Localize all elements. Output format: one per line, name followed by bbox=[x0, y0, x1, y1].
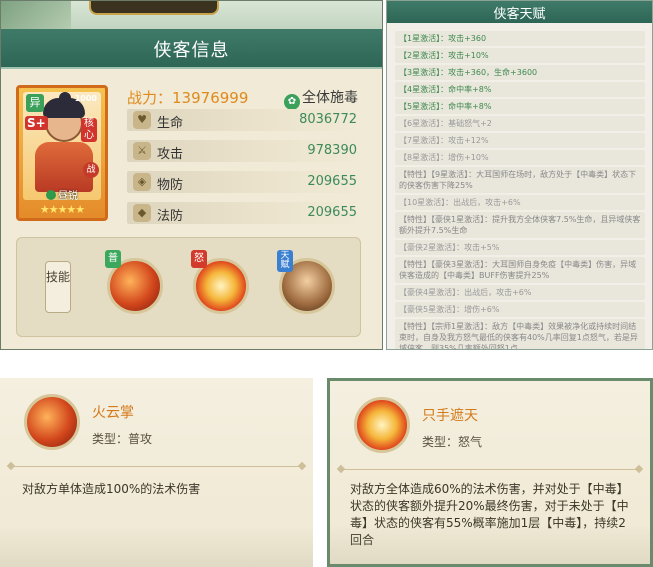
magic-shield-icon: ◆ bbox=[133, 204, 151, 222]
talent-item: 【4星激活】：命中率+8% bbox=[395, 82, 645, 97]
stat-row-attack: ⚔ 攻击 978390 bbox=[127, 140, 361, 162]
talent-item: 【豪侠5星激活】：增伤+6% bbox=[395, 302, 645, 317]
poison-tag-label: 全体施毒 bbox=[302, 90, 358, 106]
talent-item: 【特性】【9星激活】：大耳国师在场时，敌方处于【中毒类】状态下的侠客伤害下降25… bbox=[395, 167, 645, 193]
poison-tag: ✿ 全体施毒 bbox=[284, 87, 358, 110]
skill-type: 类型：怒气 bbox=[422, 435, 483, 449]
talent-item: 【豪侠4星激活】：出战后，攻击+6% bbox=[395, 285, 645, 300]
normal-attack-tag: 普 bbox=[105, 250, 121, 268]
stat-value: 978390 bbox=[307, 143, 357, 158]
talent-item: 【2星激活】：攻击+10% bbox=[395, 48, 645, 63]
skills-button[interactable]: 技能 bbox=[45, 261, 71, 313]
top-tab-button[interactable] bbox=[89, 1, 219, 15]
star-rating: ★★★★★ bbox=[39, 203, 85, 216]
fist-skill-icon bbox=[24, 394, 80, 450]
talent-item: 【特性】【宗师1星激活】：敌方【中毒类】效果被净化或持续时间结束时，自身及我方怒… bbox=[395, 319, 645, 349]
hero-hair-bun bbox=[59, 92, 71, 104]
stat-label: 生命 bbox=[157, 116, 184, 131]
hero-level: 1000 bbox=[74, 94, 97, 103]
talent-item: 【豪侠2星激活】：攻击+5% bbox=[395, 240, 645, 255]
leaf-icon bbox=[46, 190, 56, 200]
skill-name: 只手遮天 bbox=[422, 408, 478, 424]
stat-label: 攻击 bbox=[157, 147, 184, 162]
faction-badge: 异 bbox=[26, 94, 44, 112]
mountain-background bbox=[330, 524, 650, 564]
talent-item: 【5星激活】：命中率+8% bbox=[395, 99, 645, 114]
stat-row-magic-defense: ◆ 法防 209655 bbox=[127, 202, 361, 224]
hero-name: 昼锐 bbox=[58, 191, 78, 200]
divider bbox=[10, 466, 303, 467]
hero-name-label: 昼锐 bbox=[23, 187, 101, 200]
talent-list: 【1星激活】：攻击+360 【2星激活】：攻击+10% 【3星激活】：攻击+360，… bbox=[395, 31, 645, 349]
power-display: 战力：13976999 bbox=[127, 87, 248, 108]
rage-tag: 怒 bbox=[191, 250, 207, 268]
swirl-skill-icon bbox=[354, 397, 410, 453]
hero-portrait: 异 1000 S+ 核心 战 昼锐 bbox=[23, 92, 101, 200]
talent-item: 【3星激活】：攻击+360，生命+3600 bbox=[395, 65, 645, 80]
leaf-icon: ✿ bbox=[284, 94, 300, 110]
stat-value: 209655 bbox=[307, 174, 357, 189]
stat-row-hp: ♥ 生命 8036772 bbox=[127, 109, 361, 131]
stat-value: 209655 bbox=[307, 205, 357, 220]
talent-item: 【7星激活】：攻击+12% bbox=[395, 133, 645, 148]
talent-title: 侠客天赋 bbox=[493, 7, 546, 22]
stat-value: 8036772 bbox=[299, 112, 357, 127]
talent-panel: 侠客天赋 【1星激活】：攻击+360 【2星激活】：攻击+10% 【3星激活】：攻击… bbox=[386, 0, 653, 350]
talent-item: 【6星激活】：基础怒气+2 bbox=[395, 116, 645, 131]
mountain-background bbox=[0, 527, 313, 567]
skill-card-rage: 只手遮天 类型：怒气 对敌方全体造成60%的法术伤害，并对处于【中毒】状态的侠客… bbox=[327, 378, 653, 567]
power-value: 13976999 bbox=[172, 89, 249, 107]
panel-title: 侠客信息 bbox=[153, 40, 230, 61]
hero-portrait-card[interactable]: 异 1000 S+ 核心 战 昼锐 ★★★★★ bbox=[16, 85, 108, 221]
skill-name: 火云掌 bbox=[92, 405, 134, 421]
talent-tag: 天赋 bbox=[277, 250, 293, 272]
heart-icon: ♥ bbox=[133, 111, 151, 129]
talent-item: 【特性】【豪侠3星激活】：大耳国师自身免疫【中毒类】伤害，异域侠客造成的【中毒类… bbox=[395, 257, 645, 283]
stat-label: 物防 bbox=[157, 178, 184, 193]
divider bbox=[340, 469, 640, 470]
skills-section: 技能 普 怒 天赋 bbox=[16, 237, 361, 337]
talent-item: 【特性】【豪侠1星激活】：提升我方全体侠客7.5%生命，且异域侠客额外提升7.5… bbox=[395, 212, 645, 238]
power-label: 战力： bbox=[127, 89, 173, 107]
hero-grade: S+ bbox=[25, 116, 48, 130]
skill-type: 类型：普攻 bbox=[92, 432, 153, 446]
stat-label: 法防 bbox=[157, 209, 184, 224]
info-header: 侠客信息 bbox=[1, 29, 382, 69]
skill-card-normal: 火云掌 类型：普攻 对敌方单体造成100%的法术伤害 bbox=[0, 378, 313, 567]
talent-item: 【1星激活】：攻击+360 bbox=[395, 31, 645, 46]
talent-header: 侠客天赋 bbox=[387, 1, 652, 23]
talent-item: 【8星激活】：增伤+10% bbox=[395, 150, 645, 165]
hero-info-panel: 侠客信息 异 1000 S+ 核心 战 昼锐 ★★★★★ 战力：13976999… bbox=[0, 0, 383, 350]
skill-description: 对敌方单体造成100%的法术伤害 bbox=[22, 482, 201, 496]
talent-item: 【10星激活】：出战后，攻击+6% bbox=[395, 195, 645, 210]
sword-icon: ⚔ bbox=[133, 142, 151, 160]
stat-row-physical-defense: ◈ 物防 209655 bbox=[127, 171, 361, 193]
shield-icon: ◈ bbox=[133, 173, 151, 191]
core-badge: 核心 bbox=[81, 118, 97, 142]
battle-badge: 战 bbox=[83, 162, 99, 178]
